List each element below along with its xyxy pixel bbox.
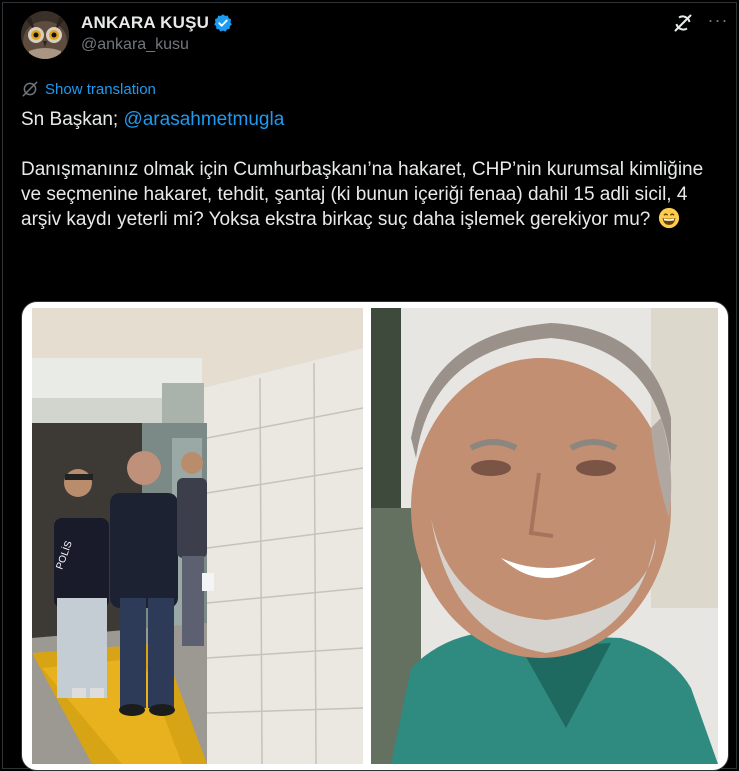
mention-link[interactable]: @arasahmetmugla [123,109,284,130]
media-photo-arrest[interactable]: POLİS [32,308,363,764]
more-dots-icon[interactable]: ··· [706,10,730,34]
show-translation-link[interactable]: Show translation [21,80,156,98]
author-handle[interactable]: @ankara_kusu [81,36,189,54]
tweet-body-paragraph: Danışmanınız olmak için Cumhurbaşkanı’na… [21,157,721,232]
tweet-media-grid: POLİS [21,301,729,771]
tweet-greeting: Sn Başkan; [21,109,119,130]
author-display-name[interactable]: ANKARA KUŞU [81,13,209,33]
media-photo-portrait[interactable] [371,308,718,764]
globe-slash-icon [21,80,39,98]
tweet-text: Sn Başkan; @arasahmetmugla Danışmanınız … [21,107,721,232]
author-name-row[interactable]: ANKARA KUŞU [81,13,233,33]
tweet-body: Danışmanınız olmak için Cumhurbaşkanı’na… [21,159,704,230]
verified-badge-icon [213,13,233,33]
tweet-greeting-line: Sn Başkan; @arasahmetmugla [21,107,721,132]
tweet-card: ANKARA KUŞU @ankara_kusu ··· Show transl… [2,2,737,771]
grok-slash-icon[interactable] [671,11,695,35]
owl-avatar[interactable] [21,11,69,59]
show-translation-label: Show translation [45,80,156,98]
grinning-face-emoji [658,207,680,229]
